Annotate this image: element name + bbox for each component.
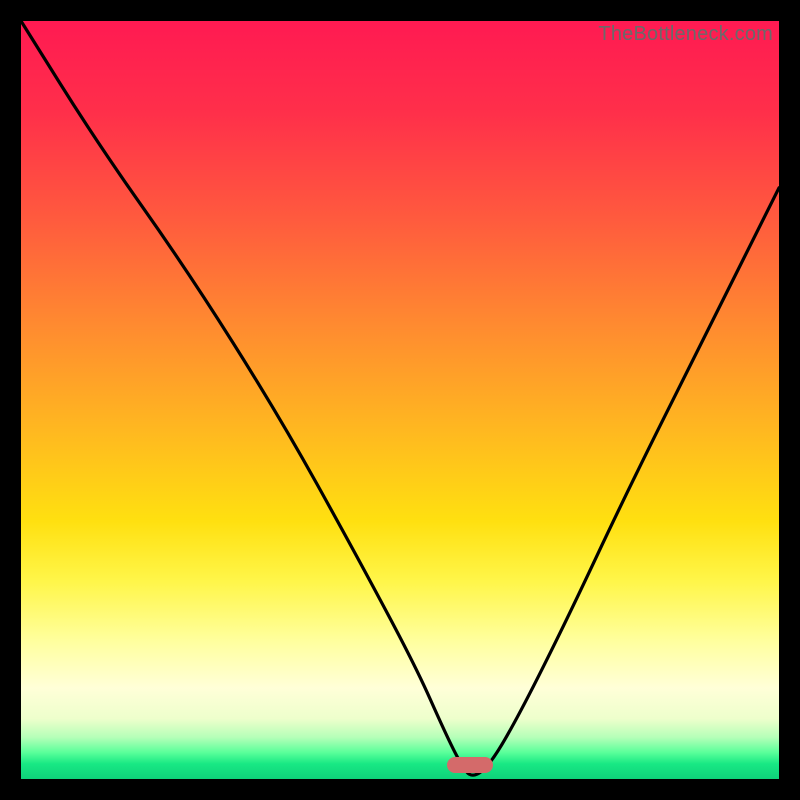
curve-path — [21, 21, 779, 775]
optimal-marker — [447, 757, 493, 773]
plot-area: TheBottleneck.com — [21, 21, 779, 779]
bottleneck-curve — [21, 21, 779, 779]
chart-frame: TheBottleneck.com — [0, 0, 800, 800]
